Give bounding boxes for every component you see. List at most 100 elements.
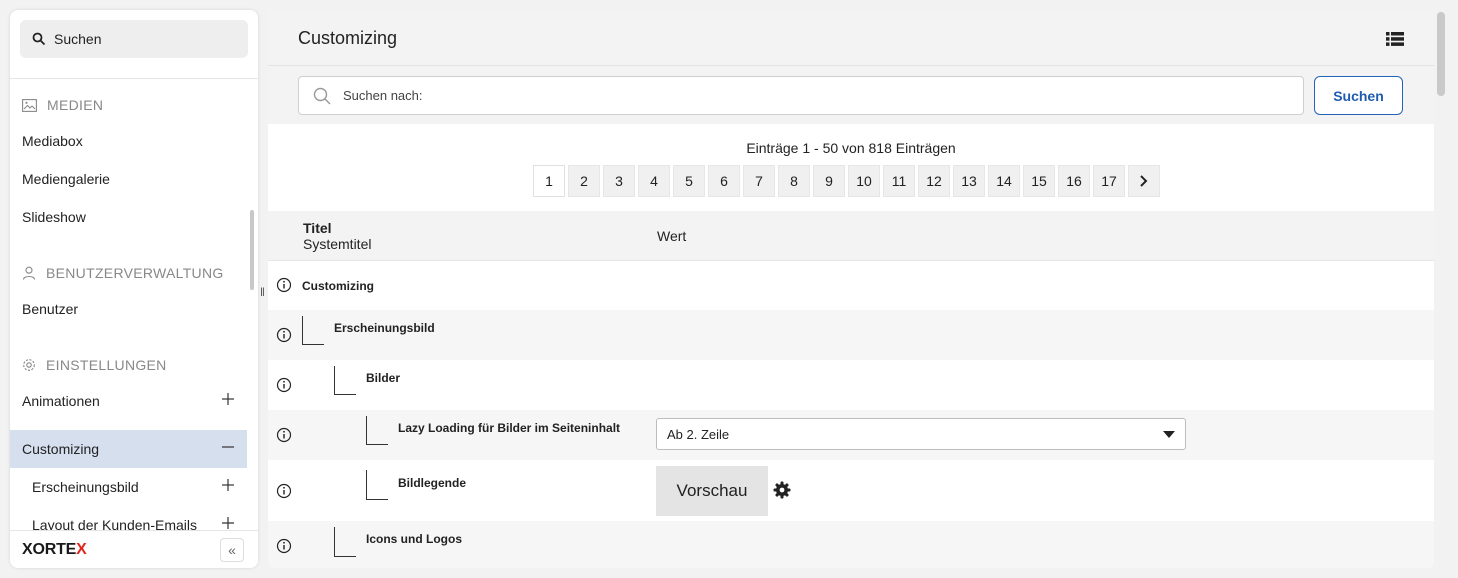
chevron-right-icon: [1140, 175, 1148, 187]
sidebar-item-label: Slideshow: [22, 209, 86, 225]
minus-icon[interactable]: [221, 440, 235, 454]
table-row: Bildlegende Vorschau: [268, 460, 1434, 521]
sidebar-scrollbar[interactable]: [250, 210, 254, 290]
sidebar-item-label: Customizing: [22, 441, 100, 457]
sidebar-item-mediabox[interactable]: Mediabox: [10, 122, 247, 160]
page-button[interactable]: 5: [673, 165, 705, 197]
search-placeholder: Suchen nach:: [343, 88, 423, 103]
search-bar: Suchen nach: Suchen: [268, 66, 1434, 124]
page-title: Customizing: [298, 28, 398, 48]
row-title: Lazy Loading für Bilder im Seiteninhalt: [398, 421, 621, 435]
search-icon: [313, 87, 331, 104]
sidebar-footer: XORTEX «: [10, 530, 258, 568]
caret-down-icon: [1163, 431, 1175, 438]
next-page-button[interactable]: [1128, 165, 1160, 197]
page-button[interactable]: 14: [988, 165, 1020, 197]
page-button[interactable]: 13: [953, 165, 985, 197]
info-icon[interactable]: [276, 377, 292, 393]
table-row: Icons und Logos: [268, 521, 1434, 568]
page-scrollbar[interactable]: [1437, 12, 1445, 96]
lazy-loading-select[interactable]: Ab 2. Zeile: [656, 418, 1186, 450]
page-button[interactable]: 9: [813, 165, 845, 197]
section-einstellungen: EINSTELLUNGEN: [22, 357, 167, 373]
section-label: BENUTZERVERWALTUNG: [46, 265, 224, 281]
image-icon: [22, 98, 37, 112]
page-button[interactable]: 1: [533, 165, 565, 197]
table-row: Customizing: [268, 261, 1434, 310]
row-title: Bildlegende: [398, 476, 467, 490]
entries-summary: Einträge 1 - 50 von 818 Einträgen: [746, 140, 956, 156]
resize-handle[interactable]: ‖: [260, 285, 266, 301]
row-title: Customizing: [302, 279, 374, 293]
sidebar-item-customizing[interactable]: Customizing: [10, 430, 247, 468]
plus-icon[interactable]: [221, 516, 235, 530]
page-button[interactable]: 17: [1093, 165, 1125, 197]
sidebar-search-label: Suchen: [54, 31, 102, 47]
sidebar-item-label: Mediengalerie: [22, 171, 110, 187]
page-button[interactable]: 15: [1023, 165, 1055, 197]
user-icon: [22, 266, 36, 280]
sidebar-item-animationen[interactable]: Animationen: [10, 382, 247, 420]
row-title: Erscheinungsbild: [334, 321, 435, 335]
search-icon: [32, 32, 46, 46]
main-header: Customizing: [268, 10, 1434, 66]
page-button[interactable]: 3: [603, 165, 635, 197]
sidebar-item-label: Erscheinungsbild: [32, 479, 139, 495]
tree-connector: [334, 366, 356, 395]
table-row: Bilder: [268, 360, 1434, 410]
table-header: Titel Systemtitel Wert: [268, 211, 1434, 261]
row-title: Icons und Logos: [366, 532, 462, 546]
tree-connector: [334, 527, 356, 557]
list-view-icon[interactable]: [1386, 32, 1404, 46]
page-button[interactable]: 16: [1058, 165, 1090, 197]
sidebar-item-mediengalerie[interactable]: Mediengalerie: [10, 160, 247, 198]
page-button[interactable]: 7: [743, 165, 775, 197]
section-medien: MEDIEN: [22, 97, 103, 113]
row-title: Bilder: [366, 371, 401, 385]
table-row: Lazy Loading für Bilder im Seiteninhalt …: [268, 410, 1434, 460]
preview-button[interactable]: Vorschau: [656, 466, 768, 516]
page-button[interactable]: 8: [778, 165, 810, 197]
sidebar-item-label: Benutzer: [22, 301, 79, 317]
sidebar-item-benutzer[interactable]: Benutzer: [10, 290, 247, 328]
sidebar-search[interactable]: Suchen: [20, 20, 248, 58]
double-chevron-left-icon: «: [228, 542, 236, 558]
select-value: Ab 2. Zeile: [667, 426, 730, 442]
plus-icon[interactable]: [221, 478, 235, 492]
column-header-title: Titel: [303, 220, 332, 236]
page-button[interactable]: 10: [848, 165, 880, 197]
pagination: 1 2 3 4 5 6 7 8 9 10 11 12 13 14 15 16 17: [533, 165, 1160, 197]
page-button[interactable]: 12: [918, 165, 950, 197]
column-header-systemtitle: Systemtitel: [303, 236, 372, 252]
search-button[interactable]: Suchen: [1314, 76, 1403, 115]
sidebar-item-label: Mediabox: [22, 133, 83, 149]
section-benutzerverwaltung: BENUTZERVERWALTUNG: [22, 265, 224, 281]
gear-icon[interactable]: [773, 481, 791, 499]
info-icon[interactable]: [276, 277, 292, 293]
page-button[interactable]: 2: [568, 165, 600, 197]
section-label: EINSTELLUNGEN: [46, 357, 167, 373]
sidebar-item-erscheinungsbild[interactable]: Erscheinungsbild: [10, 468, 247, 506]
info-icon[interactable]: [276, 327, 292, 343]
info-icon[interactable]: [276, 483, 292, 499]
page-button[interactable]: 11: [883, 165, 915, 197]
gear-icon: [23, 359, 35, 371]
info-icon[interactable]: [276, 538, 292, 554]
section-label: MEDIEN: [47, 97, 104, 113]
page-button[interactable]: 6: [708, 165, 740, 197]
collapse-sidebar-button[interactable]: «: [220, 538, 244, 562]
column-header-value: Wert: [657, 228, 687, 244]
tree-connector: [366, 470, 388, 500]
page-button[interactable]: 4: [638, 165, 670, 197]
sidebar-item-label: Animationen: [22, 393, 100, 409]
divider: [10, 78, 258, 79]
plus-icon[interactable]: [221, 392, 235, 406]
sidebar: Suchen MEDIEN Mediabox Mediengalerie Sli…: [10, 10, 258, 568]
info-icon[interactable]: [276, 427, 292, 443]
table-row: Erscheinungsbild: [268, 310, 1434, 360]
tree-connector: [302, 316, 324, 345]
logo: XORTEX: [22, 540, 87, 558]
search-input[interactable]: Suchen nach:: [298, 76, 1304, 115]
sidebar-item-slideshow[interactable]: Slideshow: [10, 198, 247, 236]
tree-connector: [366, 416, 388, 445]
